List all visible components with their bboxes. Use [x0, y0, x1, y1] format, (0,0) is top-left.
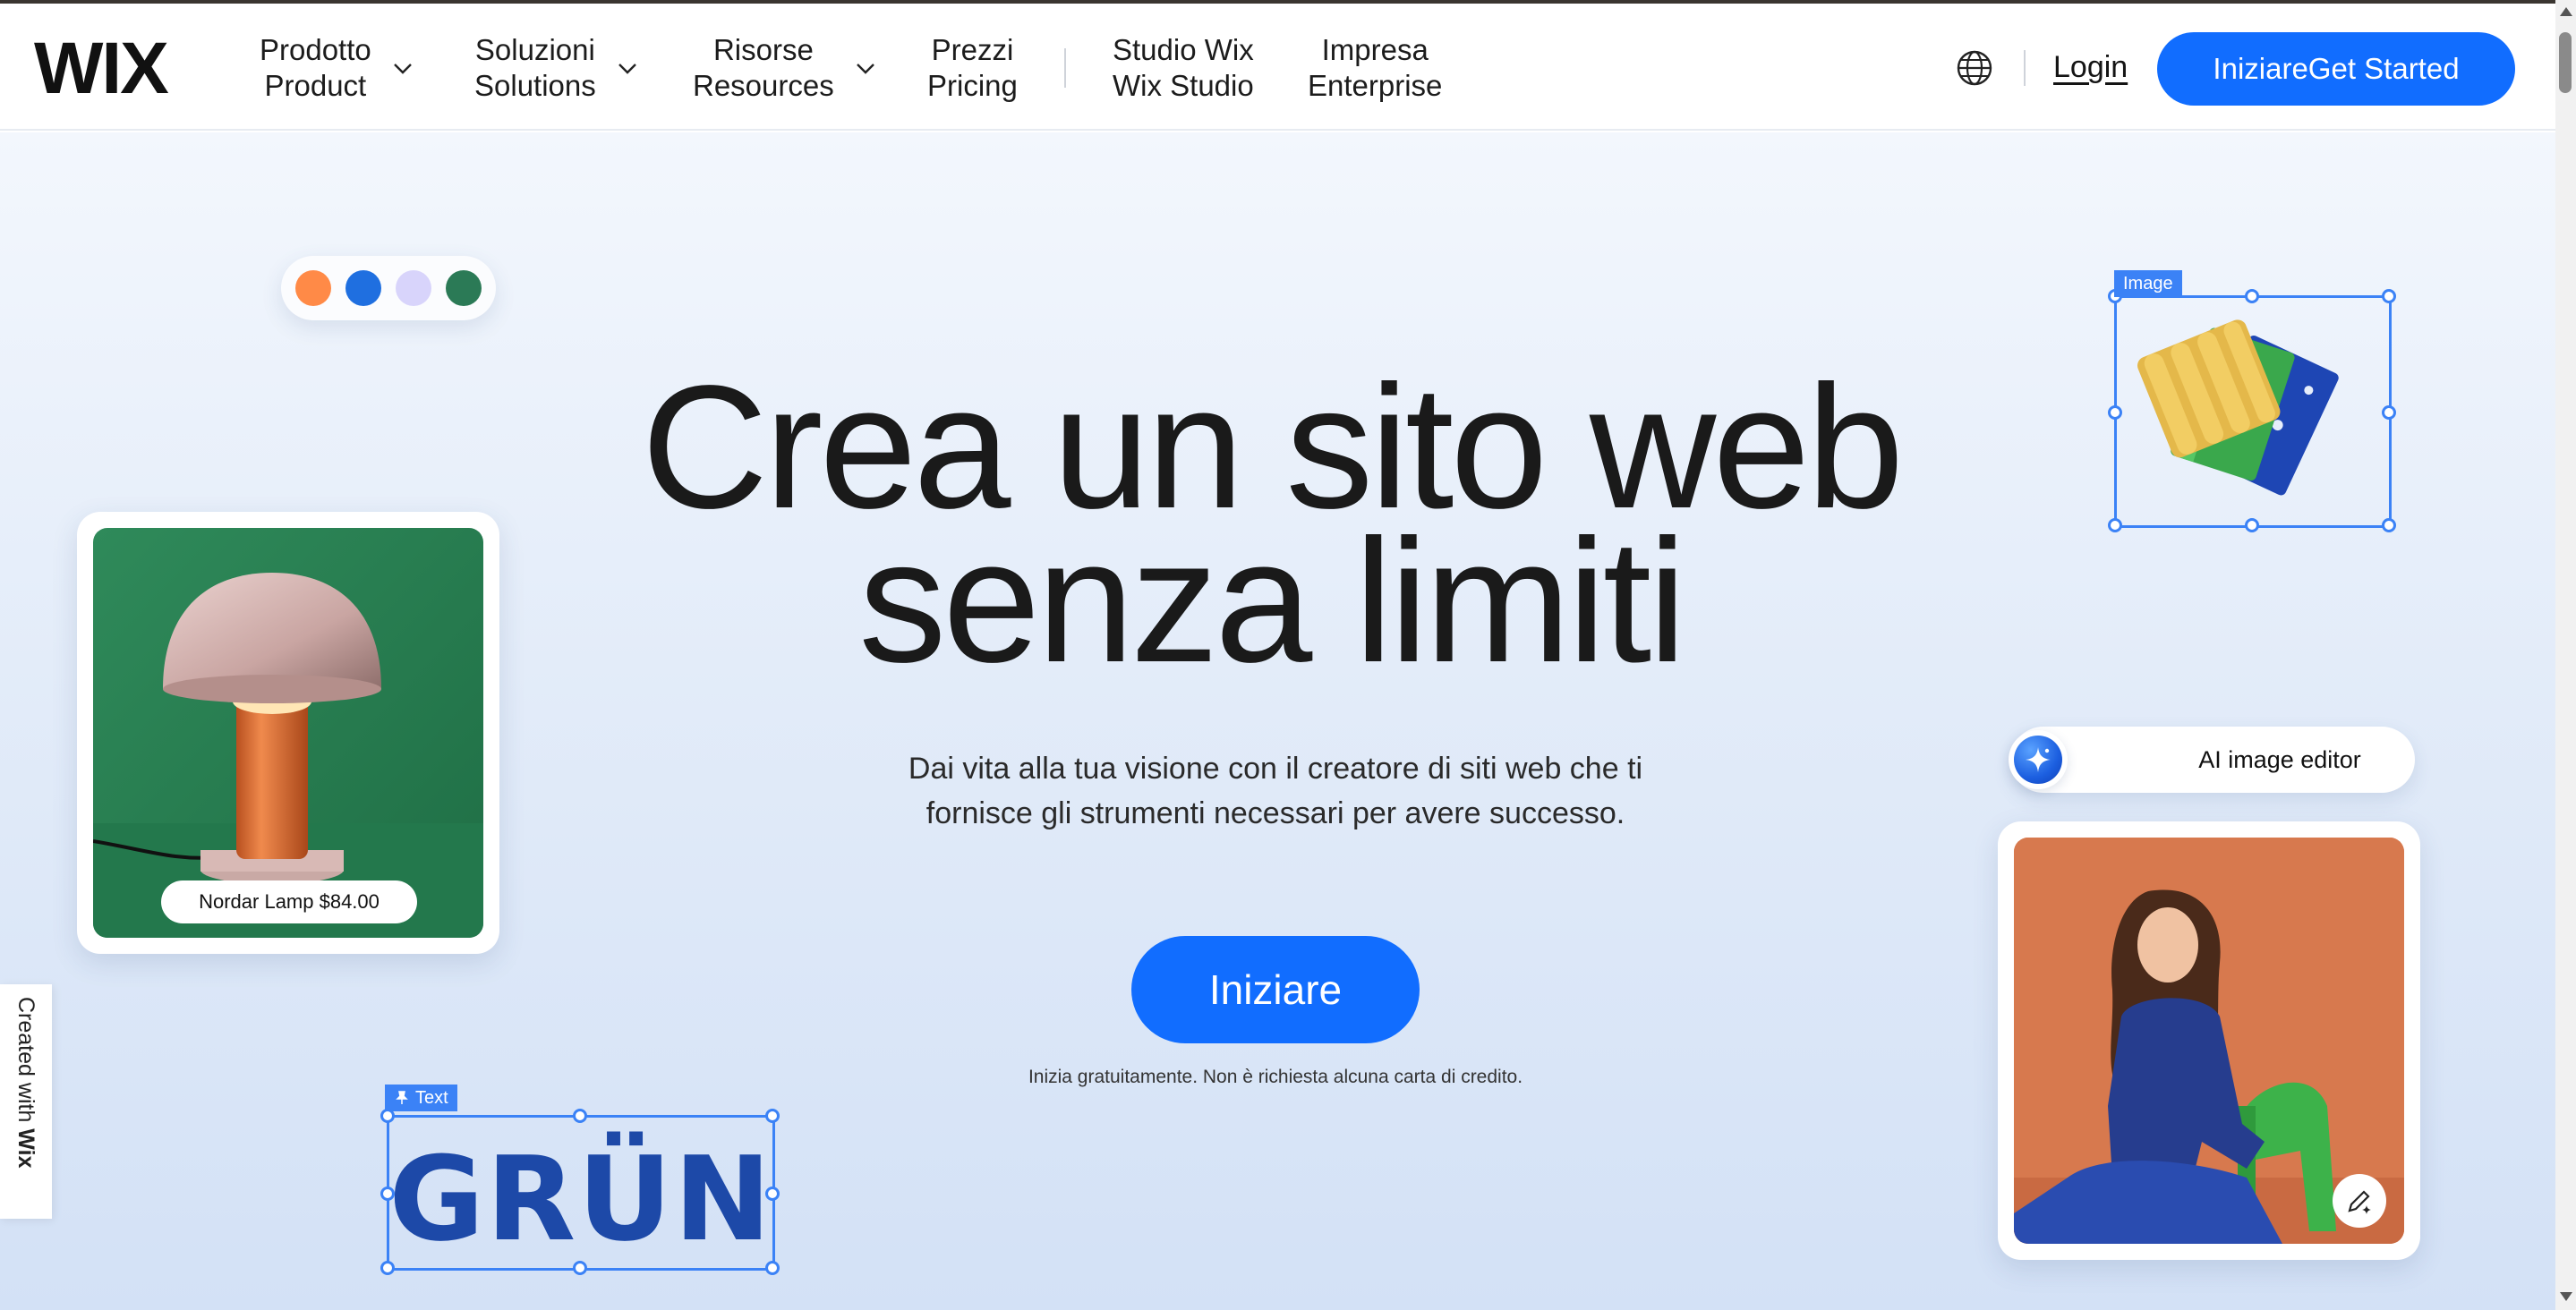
page-title: Crea un sito web senza limiti	[501, 360, 2041, 689]
free-disclaimer: Inizia gratuitamente. Non è richiesta al…	[1028, 1067, 1523, 1087]
created-with-wix-badge[interactable]: Created with Wix	[0, 984, 52, 1219]
nav-divider	[2024, 50, 2026, 86]
color-palette-widget	[281, 256, 496, 320]
page-scrollbar[interactable]	[2555, 0, 2576, 1310]
product-price-tag: Nordar Lamp $84.00	[161, 880, 417, 923]
resize-handle[interactable]	[2382, 405, 2396, 420]
text-widget-label-text: Text	[415, 1087, 448, 1108]
scroll-up-arrow-icon[interactable]	[2560, 7, 2572, 16]
pencil-sparkle-icon	[2348, 1190, 2371, 1214]
nav-pricing-label-en: Pricing	[927, 69, 1018, 102]
edit-image-button[interactable]	[2333, 1174, 2386, 1228]
resize-handle[interactable]	[2245, 289, 2259, 303]
resize-handle[interactable]	[380, 1261, 395, 1275]
resize-handle[interactable]	[765, 1187, 780, 1201]
nav-enterprise-label-en: Enterprise	[1308, 69, 1443, 102]
nav-wix-studio[interactable]: Studio Wix Wix Studio	[1113, 32, 1254, 104]
resize-handle[interactable]	[2382, 289, 2396, 303]
svg-text:GRÜN: GRÜN	[389, 1131, 772, 1267]
resize-handle[interactable]	[765, 1261, 780, 1275]
image-widget-label: Image	[2114, 270, 2182, 297]
resize-handle[interactable]	[2382, 518, 2396, 532]
resize-handle[interactable]	[380, 1187, 395, 1201]
product-card[interactable]: Nordar Lamp $84.00	[77, 512, 499, 954]
text-widget-label: Text	[385, 1085, 457, 1111]
nav-resources-label-en: Resources	[693, 69, 834, 102]
nav-product[interactable]: Prodotto Product	[260, 32, 414, 104]
nav-pricing-label-it: Prezzi	[931, 33, 1014, 66]
scrollbar-thumb[interactable]	[2559, 32, 2572, 93]
nav-solutions[interactable]: Soluzioni Solutions	[474, 32, 639, 104]
start-button[interactable]: Iniziare	[1131, 936, 1420, 1043]
resize-handle[interactable]	[765, 1109, 780, 1123]
top-navigation: WIX Prodotto Product Soluzioni Solutions…	[0, 4, 2555, 131]
resize-handle[interactable]	[2108, 518, 2122, 532]
chevron-down-icon	[393, 64, 412, 74]
image-selection-box[interactable]	[2108, 289, 2396, 532]
color-swatch[interactable]	[295, 270, 331, 306]
nav-resources-label-it: Risorse	[712, 33, 814, 66]
login-link[interactable]: Login	[2053, 50, 2128, 85]
nav-enterprise-label-it: Impresa	[1321, 33, 1429, 66]
hero-subtext: Dai vita alla tua visione con il creator…	[908, 752, 1643, 830]
svg-text:WIX: WIX	[34, 36, 168, 100]
color-swatch[interactable]	[396, 270, 431, 306]
resize-handle[interactable]	[2245, 518, 2259, 532]
nav-solutions-label-it: Soluzioni	[474, 33, 595, 66]
globe-icon[interactable]	[1955, 48, 1994, 88]
nav-pricing[interactable]: Prezzi Pricing	[927, 32, 1018, 104]
lamp-image: Nordar Lamp $84.00	[93, 528, 483, 938]
chevron-down-icon	[856, 64, 874, 74]
grun-logo-text: GRÜN	[388, 1131, 772, 1267]
text-selection-box[interactable]: GRÜN	[380, 1109, 780, 1275]
ai-icon-wrapper	[2000, 727, 2077, 793]
ai-sparkle-icon[interactable]	[2009, 730, 2068, 789]
hero-section: Crea un sito web senza limiti Dai vita a…	[0, 132, 2555, 1310]
resize-handle[interactable]	[573, 1261, 587, 1275]
created-with-wix-text: Created with Wix	[13, 997, 38, 1169]
color-swatch[interactable]	[345, 270, 381, 306]
chevron-down-icon	[618, 64, 636, 74]
portrait-image	[2014, 838, 2404, 1244]
nav-studio-label-it: Studio Wix	[1113, 33, 1254, 66]
headline-line-2: senza limiti	[858, 503, 1686, 699]
nav-product-label-it: Prodotto	[260, 33, 371, 66]
product-boxes-image	[2137, 319, 2339, 496]
wix-logo[interactable]: WIX	[34, 36, 174, 100]
resize-handle[interactable]	[380, 1109, 395, 1123]
nav-enterprise[interactable]: Impresa Enterprise	[1308, 32, 1442, 104]
pin-icon	[396, 1091, 408, 1104]
nav-divider	[1064, 48, 1066, 88]
color-swatch[interactable]	[446, 270, 482, 306]
photo-card[interactable]	[1998, 821, 2420, 1260]
resize-handle[interactable]	[573, 1109, 587, 1123]
nav-solutions-label-en: Solutions	[474, 69, 596, 102]
resize-handle[interactable]	[2108, 405, 2122, 420]
nav-product-label-en: Product	[264, 69, 367, 102]
get-started-button[interactable]: IniziareGet Started	[2157, 32, 2515, 106]
scroll-down-arrow-icon[interactable]	[2560, 1292, 2572, 1301]
nav-resources[interactable]: Risorse Resources	[693, 32, 877, 104]
nav-studio-label-en: Wix Studio	[1113, 69, 1254, 102]
